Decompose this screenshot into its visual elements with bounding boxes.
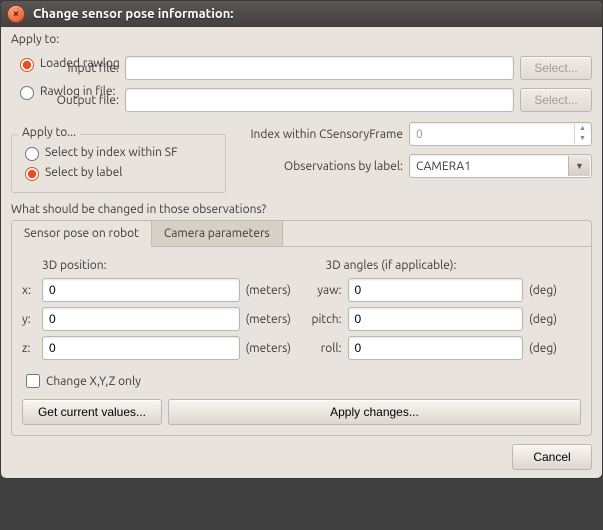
yaw-label: yaw:	[306, 284, 342, 297]
select-by-index-radio[interactable]	[25, 147, 39, 161]
apply-filter-header: Apply to...	[18, 126, 80, 139]
observations-by-label-value: CAMERA1	[416, 160, 471, 173]
x-field[interactable]	[42, 278, 240, 302]
x-label: x:	[22, 284, 36, 297]
observations-by-label-combo[interactable]: CAMERA1 ▼	[409, 154, 592, 178]
pitch-label: pitch:	[306, 313, 342, 326]
position-header: 3D position:	[42, 259, 298, 272]
output-file-field[interactable]	[125, 88, 514, 112]
apply-to-header: Apply to:	[11, 33, 592, 46]
output-file-label: Output file:	[31, 94, 119, 107]
x-unit: (meters)	[246, 284, 298, 297]
cancel-button[interactable]: Cancel	[512, 444, 592, 470]
input-file-select-button[interactable]: Select...	[520, 56, 592, 80]
spin-up-icon[interactable]: ▲	[574, 124, 590, 134]
window-title: Change sensor pose information:	[33, 7, 234, 21]
observations-by-label-label: Observations by label:	[238, 160, 403, 173]
pitch-field[interactable]	[348, 307, 524, 331]
roll-unit: (deg)	[529, 342, 581, 355]
input-file-label: Input file:	[31, 62, 119, 75]
select-by-label-radio[interactable]	[25, 167, 39, 181]
tab-sensor-pose[interactable]: Sensor pose on robot	[12, 221, 152, 247]
y-unit: (meters)	[246, 313, 298, 326]
close-icon[interactable]: ×	[7, 5, 25, 23]
get-current-values-button[interactable]: Get current values...	[22, 399, 162, 425]
yaw-field[interactable]	[348, 278, 524, 302]
index-within-sf-value: 0	[416, 128, 423, 141]
roll-label: roll:	[306, 342, 342, 355]
dialog-window: × Change sensor pose information: Apply …	[0, 0, 603, 479]
input-file-field[interactable]	[125, 56, 514, 80]
apply-filter-group: Apply to... Select by index within SF Se…	[11, 134, 226, 193]
chevron-down-icon[interactable]: ▼	[568, 156, 590, 176]
select-by-label-label: Select by label	[45, 166, 122, 179]
yaw-unit: (deg)	[529, 284, 581, 297]
pitch-unit: (deg)	[529, 313, 581, 326]
z-field[interactable]	[42, 336, 240, 360]
title-bar: × Change sensor pose information:	[1, 1, 602, 27]
change-xyz-only-label: Change X,Y,Z only	[46, 375, 141, 388]
angles-header: 3D angles (if applicable):	[326, 259, 582, 272]
tab-camera-parameters[interactable]: Camera parameters	[152, 221, 283, 246]
roll-field[interactable]	[348, 336, 524, 360]
y-field[interactable]	[42, 307, 240, 331]
z-unit: (meters)	[246, 342, 298, 355]
change-tabs: Sensor pose on robot Camera parameters 3…	[11, 220, 592, 436]
select-by-index-label: Select by index within SF	[45, 146, 177, 159]
index-within-sf-spinner[interactable]: 0 ▲▼	[409, 122, 592, 146]
what-should-change-label: What should be changed in those observat…	[11, 203, 592, 216]
spin-down-icon[interactable]: ▼	[574, 134, 590, 144]
change-xyz-only-checkbox[interactable]	[26, 374, 40, 388]
y-label: y:	[22, 313, 36, 326]
z-label: z:	[22, 342, 36, 355]
output-file-select-button[interactable]: Select...	[520, 88, 592, 112]
apply-changes-button[interactable]: Apply changes...	[168, 399, 581, 425]
index-within-sf-label: Index within CSensoryFrame	[238, 128, 403, 141]
